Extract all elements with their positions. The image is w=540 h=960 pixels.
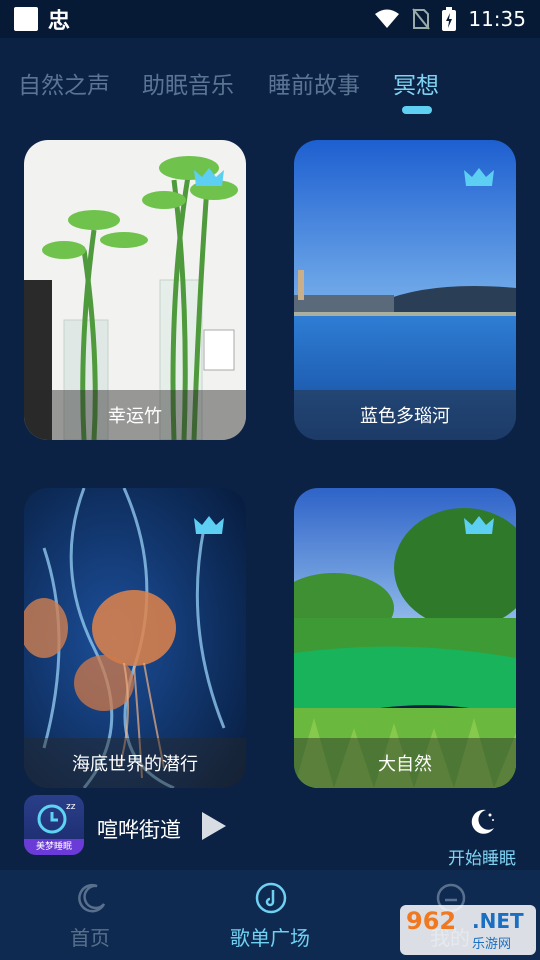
tab-sleep-music[interactable]: 助眠音乐	[142, 66, 234, 100]
watermark-net: .NET	[472, 909, 524, 933]
card-title: 海底世界的潜行	[24, 738, 246, 788]
album-art[interactable]: zz 美梦睡眠	[24, 795, 84, 855]
crown-icon	[194, 516, 224, 534]
clock-time: 11:35	[468, 7, 526, 31]
app-notification-glyph: 忠	[48, 9, 71, 34]
nav-home[interactable]: 首页	[40, 882, 140, 952]
playlist-card-lucky-bamboo[interactable]: 幸运竹	[24, 140, 246, 440]
watermark-number: 962	[406, 907, 457, 935]
nav-playlist-label: 歌单广场	[230, 926, 310, 950]
nav-playlist-square[interactable]: 歌单广场	[220, 882, 320, 952]
category-tabs: 自然之声 助眠音乐 睡前故事 冥想	[0, 58, 540, 118]
mini-player: zz 美梦睡眠 喧哗街道 开始睡眠	[0, 790, 540, 870]
play-button[interactable]	[202, 812, 226, 840]
start-sleep-button[interactable]: 开始睡眠	[444, 800, 520, 870]
playlist-card-undersea[interactable]: 海底世界的潜行	[24, 488, 246, 788]
music-disc-icon	[255, 882, 287, 914]
card-title: 大自然	[294, 738, 516, 788]
nav-home-label: 首页	[70, 926, 110, 950]
site-watermark: 962 .NET 乐游网	[400, 905, 536, 955]
card-title: 幸运竹	[24, 390, 246, 440]
notification-square-icon	[14, 7, 38, 31]
active-tab-indicator	[402, 106, 432, 114]
tab-meditation[interactable]: 冥想	[393, 66, 439, 100]
start-sleep-label: 开始睡眠	[448, 849, 516, 869]
watermark-subtitle: 乐游网	[472, 937, 512, 952]
wifi-icon	[375, 9, 400, 28]
moon-stars-icon	[471, 809, 494, 834]
svg-text:zz: zz	[66, 802, 76, 812]
crown-icon	[464, 516, 494, 534]
moon-home-icon	[78, 883, 106, 913]
crown-icon	[194, 168, 224, 186]
crown-icon	[464, 168, 494, 186]
no-sim-icon	[412, 8, 431, 30]
playlist-card-blue-danube[interactable]: 蓝色多瑙河	[294, 140, 516, 440]
battery-icon	[442, 7, 457, 31]
status-bar: 忠 11:35	[0, 0, 540, 38]
now-playing-title: 喧哗街道	[97, 818, 181, 842]
alarm-clock-icon: zz	[37, 802, 76, 834]
card-title: 蓝色多瑙河	[294, 390, 516, 440]
tab-nature-sounds[interactable]: 自然之声	[18, 66, 110, 100]
album-label: 美梦睡眠	[24, 839, 84, 855]
playlist-card-nature[interactable]: 大自然	[294, 488, 516, 788]
tab-bedtime-stories[interactable]: 睡前故事	[268, 66, 360, 100]
